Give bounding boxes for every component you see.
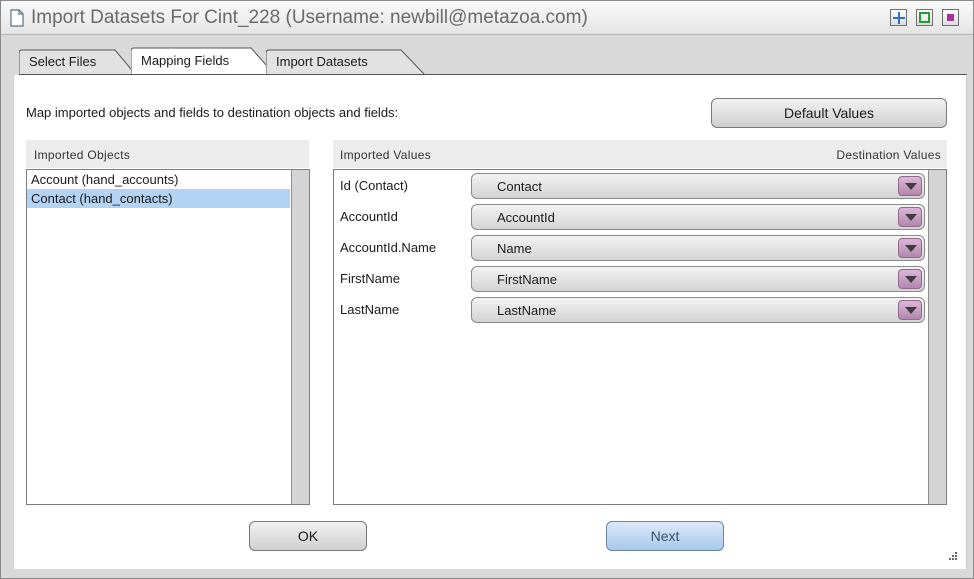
close-button[interactable]	[942, 9, 959, 26]
destination-value: Name	[497, 241, 532, 256]
title-bar[interactable]: Import Datasets For Cint_228 (Username: …	[1, 1, 973, 35]
destination-value: AccountId	[497, 210, 555, 225]
tab-import-datasets[interactable]: Import Datasets	[266, 49, 426, 75]
list-item[interactable]: Contact (hand_contacts)	[27, 189, 290, 208]
chevron-down-icon	[905, 183, 917, 190]
dropdown-button[interactable]	[898, 176, 922, 196]
destination-select[interactable]: FirstName	[471, 266, 925, 292]
window-title: Import Datasets For Cint_228 (Username: …	[31, 7, 588, 28]
dropdown-button[interactable]	[898, 300, 922, 320]
tab-label: Mapping Fields	[141, 53, 230, 68]
destination-value: LastName	[497, 303, 557, 318]
destination-select[interactable]: AccountId	[471, 204, 925, 230]
imported-objects-list[interactable]: Account (hand_accounts) Contact (hand_co…	[26, 169, 310, 505]
dropdown-button[interactable]	[898, 269, 922, 289]
maximize-icon	[893, 12, 905, 24]
next-button[interactable]: Next	[606, 521, 724, 551]
mapping-row: FirstName FirstName	[340, 266, 925, 292]
ok-button[interactable]: OK	[249, 521, 367, 551]
import-window: Import Datasets For Cint_228 (Username: …	[0, 0, 974, 579]
tab-mapping-fields[interactable]: Mapping Fields	[131, 47, 276, 75]
source-field-label: AccountId	[340, 209, 398, 224]
minimize-icon	[919, 12, 930, 23]
mapping-scrollbar[interactable]	[928, 170, 946, 504]
destination-select[interactable]: Name	[471, 235, 925, 261]
destination-value: FirstName	[497, 272, 557, 287]
mapping-row: AccountId AccountId	[340, 204, 925, 230]
source-field-label: LastName	[340, 302, 400, 317]
mapping-panel: Map imported objects and fields to desti…	[13, 75, 967, 569]
mapping-row: LastName LastName	[340, 297, 925, 323]
objects-scrollbar[interactable]	[291, 170, 309, 504]
destination-value: Contact	[497, 179, 542, 194]
source-field-label: FirstName	[340, 271, 400, 286]
close-icon	[947, 14, 954, 21]
dropdown-button[interactable]	[898, 207, 922, 227]
window-content: Select Files Mapping Fields Import Datas…	[7, 35, 967, 573]
tab-select-files[interactable]: Select Files	[19, 49, 137, 75]
tab-bar: Select Files Mapping Fields Import Datas…	[19, 47, 439, 75]
source-field-label: Id (Contact)	[340, 178, 408, 193]
source-field-label: AccountId.Name	[340, 240, 437, 255]
chevron-down-icon	[905, 245, 917, 252]
field-mapping-list: Id (Contact) Contact AccountId AccountId	[333, 169, 947, 505]
chevron-down-icon	[905, 276, 917, 283]
maximize-button[interactable]	[890, 9, 907, 26]
instructions-text: Map imported objects and fields to desti…	[26, 105, 399, 120]
dropdown-button[interactable]	[898, 238, 922, 258]
default-values-button[interactable]: Default Values	[711, 98, 947, 128]
chevron-down-icon	[905, 214, 917, 221]
tab-label: Import Datasets	[276, 54, 368, 69]
imported-values-header: Imported Values	[340, 148, 431, 162]
imported-objects-header: Imported Objects	[26, 140, 309, 168]
mapping-header: Imported Values Destination Values	[333, 140, 947, 168]
mapping-row: Id (Contact) Contact	[340, 173, 925, 199]
destination-select[interactable]: LastName	[471, 297, 925, 323]
destination-select[interactable]: Contact	[471, 173, 925, 199]
tab-label: Select Files	[29, 54, 97, 69]
list-item[interactable]: Account (hand_accounts)	[27, 170, 309, 189]
destination-values-header: Destination Values	[836, 148, 941, 162]
chevron-down-icon	[905, 307, 917, 314]
minimize-button[interactable]	[916, 9, 933, 26]
resize-grip-icon[interactable]	[946, 549, 958, 561]
document-icon	[10, 9, 24, 27]
mapping-row: AccountId.Name Name	[340, 235, 925, 261]
